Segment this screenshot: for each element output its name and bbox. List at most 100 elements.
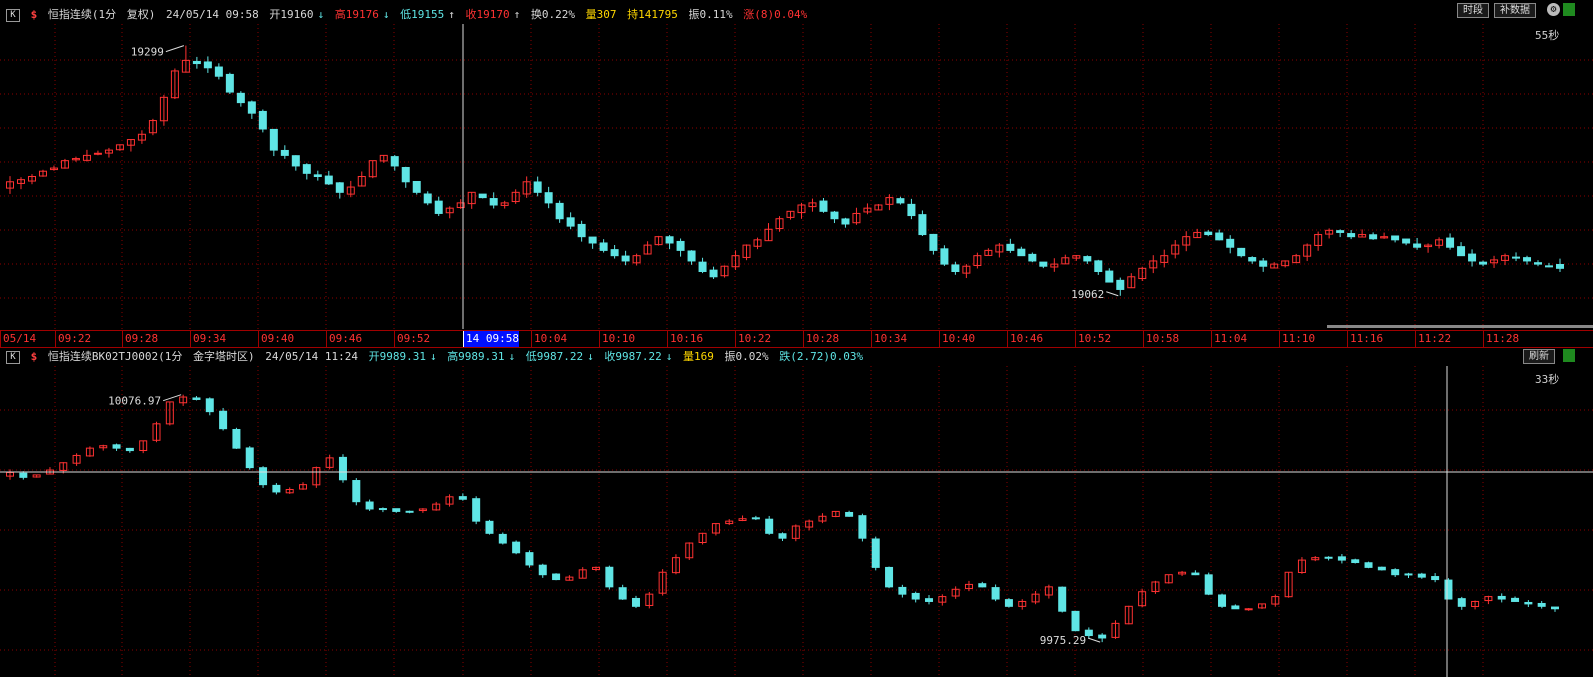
period-button[interactable]: 时段 [1457,3,1489,18]
candle-down [765,518,774,534]
candle-down [896,198,905,204]
candle-down [621,255,630,262]
candle-down [885,566,894,588]
candle-down [225,73,234,93]
candle-down [247,101,256,114]
time-axis-label: 11:16 [1347,331,1383,347]
candle-down [577,223,586,238]
candle-down [19,472,28,478]
time-scrollbar[interactable] [1327,325,1593,328]
candle-down [1204,231,1213,236]
candle-down [272,484,281,493]
time-axis-label: 10:16 [667,331,703,347]
candle-down [1417,573,1426,578]
fill-data-button[interactable]: 补数据 [1494,3,1536,18]
time-axis-label: 10:34 [871,331,907,347]
candle-down [203,61,212,69]
candle-down [1523,257,1532,262]
candle-down [1537,602,1546,607]
gear-icon[interactable]: ⚙ [1547,3,1560,16]
candle-down [1468,253,1477,262]
bottom-change: 跌(2.72)0.03% [779,350,864,363]
k-icon[interactable]: K [6,8,20,22]
time-axis-label: 11:10 [1279,331,1315,347]
candle-down [665,236,674,244]
top-chart-title: 恒指连续(1分 [47,8,117,21]
candle-down [1337,556,1346,561]
candle-down [940,248,949,265]
candle-down [978,583,987,588]
candle-down [324,175,333,185]
candle-down [588,236,597,244]
collapse-arrow-icon[interactable] [1563,3,1575,16]
bottom-open: 开9989.31 [368,350,426,363]
time-axis-label: 10:58 [1143,331,1179,347]
candle-down [1457,246,1466,257]
candle-down [1556,263,1564,269]
candle-down [1512,256,1521,259]
k-icon[interactable]: K [6,350,20,364]
candle-down [1364,562,1373,568]
candle-up [1244,608,1253,611]
candle-down [1116,279,1125,290]
bottom-candlestick-chart[interactable]: 10076.97 9975.29 [0,366,1593,677]
candle-down [538,564,547,576]
top-amplitude: 振0.11% [688,8,733,21]
candle-down [472,498,481,522]
collapse-arrow-icon[interactable] [1563,349,1575,362]
time-axis-label: 10:40 [939,331,975,347]
candle-down [232,428,241,449]
candle-down [205,398,214,413]
candle-down [401,167,410,183]
candle-down [259,467,268,486]
candle-down [219,410,228,430]
time-axis-label: 11:22 [1415,331,1451,347]
top-candlestick-chart[interactable]: 19299 19062 [0,24,1593,329]
candle-down [236,92,245,104]
down-arrow-icon: ↓ [429,350,437,363]
bottom-chart-title: 恒指连续BK02TJ0002(1分 [47,350,183,363]
candle-down [335,182,344,193]
candle-down [365,501,374,510]
bottom-close: 收9987.22 [604,350,662,363]
top-close: 收19170 [465,8,510,21]
bottom-datetime: 24/05/14 11:24 [265,350,358,363]
max-price-label: 19299 [131,46,164,59]
candle-down [631,597,640,607]
high-pointer [165,45,185,53]
candle-down [405,510,414,513]
time-axis-label: 09:52 [394,331,430,347]
candle-down [125,447,134,452]
down-arrow-icon: ↓ [508,350,516,363]
candle-down [1324,556,1333,559]
candle-down [1058,586,1067,612]
min-price-label: 9975.29 [1040,634,1086,647]
max-price-label: 10076.97 [108,395,161,408]
candle-down [1028,253,1037,262]
candle-down [533,181,542,193]
candle-down [555,202,564,220]
candle-down [423,193,432,204]
candle-down [991,587,1000,600]
candle-down [269,128,278,151]
candle-down [544,192,553,204]
time-axis-label: 10:04 [531,331,567,347]
time-axis-bar: 05/14 09:22 09:28 09:34 09:40 09:46 09:52 14 09… [0,325,1593,348]
candle-down [1377,566,1386,571]
bottom-volume: 量169 [683,350,714,363]
dollar-icon[interactable]: $ [31,350,38,363]
candle-down [1094,260,1103,272]
candle-down [778,533,787,539]
time-axis-label: 09:46 [326,331,362,347]
top-turnover: 换0.22% [530,8,575,21]
candle-down [1006,243,1015,251]
bottom-low: 低9987.22 [525,350,584,363]
candle-down [698,261,707,273]
dollar-icon[interactable]: $ [31,8,38,21]
refresh-button[interactable]: 刷新 [1523,349,1555,364]
candle-down [458,496,467,500]
down-arrow-icon: ↓ [382,8,390,21]
candle-down [390,156,399,167]
candle-down [1336,230,1345,233]
candle-down [1071,610,1080,632]
